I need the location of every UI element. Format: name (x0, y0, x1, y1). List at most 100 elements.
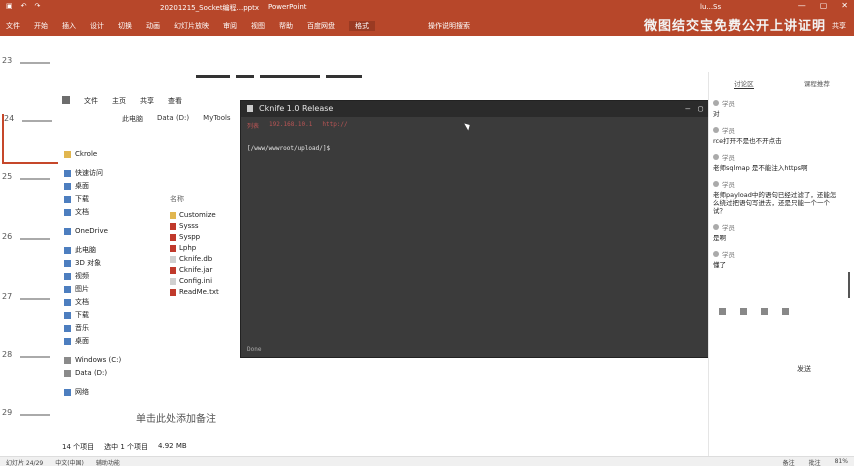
sender: 学员 (722, 127, 735, 135)
explorer-status-bar: 14 个项目 选中 1 个项目 4.92 MB (62, 442, 187, 452)
redo-icon[interactable]: ↷ (35, 2, 41, 10)
nav-videos[interactable]: 视频 (64, 270, 154, 283)
undo-icon[interactable]: ↶ (21, 2, 27, 10)
avatar (713, 154, 719, 160)
explorer-back-icon[interactable] (62, 96, 70, 104)
chat-message: 学员 老师sqlmap 是不能注入https啊 (713, 152, 839, 172)
explorer-tab-share[interactable]: 共享 (140, 96, 154, 106)
sender: 学员 (722, 100, 735, 108)
tab-list[interactable]: 列表 (247, 121, 259, 130)
user-name[interactable]: lu...Ss (700, 3, 721, 11)
settings-icon[interactable] (782, 308, 789, 315)
thumbnail-number: 27 (2, 292, 13, 301)
language-indicator[interactable]: 中文(中国) (55, 458, 84, 466)
thumbnail-29[interactable]: 29 (2, 408, 58, 458)
nav-this-pc[interactable]: 此电脑 (64, 244, 154, 257)
tab-file[interactable]: 文件 (6, 21, 20, 31)
nav-network[interactable]: 网络 (64, 386, 154, 399)
minimize-icon[interactable]: — (798, 1, 806, 10)
chat-toolbar (719, 308, 789, 315)
tab-insert[interactable]: 插入 (62, 21, 76, 31)
thumbnail-23[interactable]: 23 (2, 56, 58, 106)
share-button[interactable]: 共享 (832, 21, 846, 31)
maximize-icon[interactable]: ▢ (698, 104, 703, 113)
file-name: Config.ini (179, 277, 213, 285)
nav-pictures[interactable]: 图片 (64, 283, 154, 296)
message-text: 老师payload中的语句已经过滤了，还能怎么绕过把语句写进去，还是只能一个一个… (713, 191, 837, 215)
nav-music[interactable]: 音乐 (64, 322, 154, 335)
accessibility-indicator[interactable]: 辅助功能 (96, 458, 120, 466)
notes-placeholder[interactable]: 单击此处添加备注 (136, 410, 216, 425)
thumbnail-25[interactable]: 25 (2, 172, 58, 222)
tab-target[interactable]: 192.168.10.1 (269, 121, 312, 130)
tab-discussion[interactable]: 讨论区 (734, 78, 754, 89)
nav-documents[interactable]: 文档 (64, 206, 154, 219)
tab-animations[interactable]: 动画 (146, 21, 160, 31)
tab-view[interactable]: 视图 (251, 21, 265, 31)
status-size: 4.92 MB (158, 442, 187, 450)
breadcrumb-data-d[interactable]: Data (D:) (157, 114, 189, 124)
chat-tabs: 讨论区 课程推荐 (709, 78, 854, 89)
avatar (713, 251, 719, 257)
chat-scrollbar[interactable] (848, 272, 850, 298)
ribbon-tabs: 文件 开始 插入 设计 切换 动画 幻灯片放映 审阅 视图 帮助 百度网盘 格式 (6, 21, 375, 31)
tell-me-search[interactable]: 操作说明搜索 (428, 21, 470, 31)
save-icon[interactable]: ▣ (6, 2, 13, 10)
flower-icon[interactable] (740, 308, 747, 315)
cknife-tabs: 列表 192.168.10.1 http:// (247, 121, 348, 130)
slide-title-graphic (196, 72, 376, 86)
emoji-icon[interactable] (719, 308, 726, 315)
tab-recommended[interactable]: 课程推荐 (804, 78, 830, 89)
tab-home[interactable]: 开始 (34, 21, 48, 31)
explorer-tab-view[interactable]: 查看 (168, 96, 182, 106)
tab-slideshow[interactable]: 幻灯片放映 (174, 21, 209, 31)
nav-downloads[interactable]: 下载 (64, 193, 154, 206)
music-icon (64, 325, 71, 332)
nav-label: 快速访问 (75, 169, 103, 177)
explorer-toolbar: 文件 主页 共享 查看 (62, 96, 182, 106)
send-button[interactable]: 发送 (797, 364, 811, 374)
minimize-icon[interactable]: — (685, 104, 690, 113)
nav-3d-objects[interactable]: 3D 对象 (64, 257, 154, 270)
nav-windows-c[interactable]: Windows (C:) (64, 354, 154, 367)
nav-documents-2[interactable]: 文档 (64, 296, 154, 309)
breadcrumb-this-pc[interactable]: 此电脑 (122, 114, 143, 124)
breadcrumb-mytools[interactable]: MyTools (203, 114, 230, 124)
nav-onedrive[interactable]: OneDrive (64, 225, 154, 238)
sender: 学员 (722, 181, 735, 189)
thumbnail-number: 26 (2, 232, 13, 241)
tab-url[interactable]: http:// (322, 121, 347, 130)
nav-ckrole[interactable]: Ckrole (64, 148, 154, 161)
status-selected: 选中 1 个项目 (104, 443, 149, 451)
explorer-tab-home[interactable]: 主页 (112, 96, 126, 106)
tab-format[interactable]: 格式 (349, 21, 375, 31)
nav-desktop[interactable]: 桌面 (64, 180, 154, 193)
comments-toggle[interactable]: 批注 (809, 458, 821, 466)
drive-icon (64, 370, 71, 377)
thumbnail-26[interactable]: 26 (2, 232, 58, 282)
tab-design[interactable]: 设计 (90, 21, 104, 31)
tab-baidu[interactable]: 百度网盘 (307, 21, 335, 31)
cloud-icon (64, 228, 71, 235)
terminal-prompt[interactable]: [/www/wwwroot/upload/]$ (247, 145, 330, 152)
explorer-tab-file[interactable]: 文件 (84, 96, 98, 106)
nav-data-d[interactable]: Data (D:) (64, 367, 154, 380)
nav-quick-access[interactable]: 快速访问 (64, 167, 154, 180)
maximize-icon[interactable]: ▢ (820, 1, 828, 10)
picture-icon (64, 286, 71, 293)
avatar (713, 127, 719, 133)
notes-toggle[interactable]: 备注 (783, 458, 795, 466)
thumbnail-24[interactable]: 24 (2, 114, 58, 164)
thumbnail-preview (20, 298, 50, 300)
nav-downloads-2[interactable]: 下载 (64, 309, 154, 322)
tab-help[interactable]: 帮助 (279, 21, 293, 31)
tab-transitions[interactable]: 切换 (118, 21, 132, 31)
zoom-level[interactable]: 81% (835, 458, 848, 466)
tab-review[interactable]: 审阅 (223, 21, 237, 31)
nav-label: 图片 (75, 285, 89, 293)
image-icon[interactable] (761, 308, 768, 315)
close-icon[interactable]: ✕ (841, 1, 848, 10)
thumbnail-27[interactable]: 27 (2, 292, 58, 342)
nav-desktop-2[interactable]: 桌面 (64, 335, 154, 348)
thumbnail-28[interactable]: 28 (2, 350, 58, 400)
